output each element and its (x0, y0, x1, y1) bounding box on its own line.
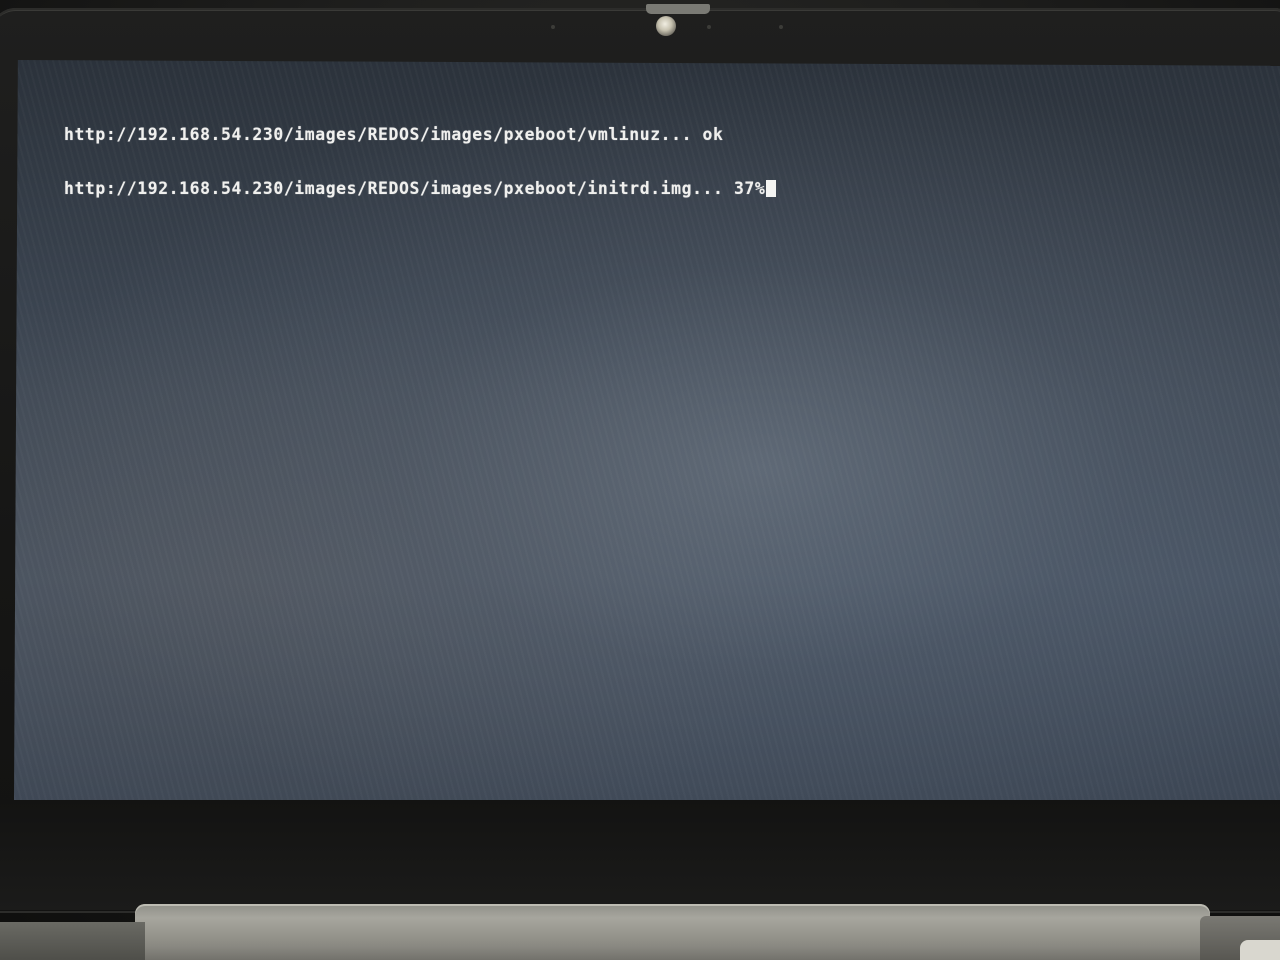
webcam-icon (656, 16, 676, 36)
pxe-boot-console: http://192.168.54.230/images/REDOS/image… (64, 90, 777, 234)
keyboard-key-corner (1240, 940, 1280, 960)
sensor-dot (707, 25, 711, 29)
text-cursor (766, 180, 777, 197)
laptop-hinge (135, 904, 1210, 960)
console-line-initrd: http://192.168.54.230/images/REDOS/image… (64, 179, 777, 198)
sensor-dot (779, 25, 783, 29)
console-line-kernel: http://192.168.54.230/images/REDOS/image… (64, 125, 724, 144)
laptop-screen: http://192.168.54.230/images/REDOS/image… (14, 60, 1280, 800)
console-line-initrd-text: http://192.168.54.230/images/REDOS/image… (64, 179, 766, 198)
photo-of-laptop: http://192.168.54.230/images/REDOS/image… (0, 0, 1280, 960)
camera-shutter-tab (646, 4, 710, 14)
screen-chin (0, 800, 1280, 910)
laptop-base-left (0, 922, 145, 960)
sensor-dot (551, 25, 555, 29)
